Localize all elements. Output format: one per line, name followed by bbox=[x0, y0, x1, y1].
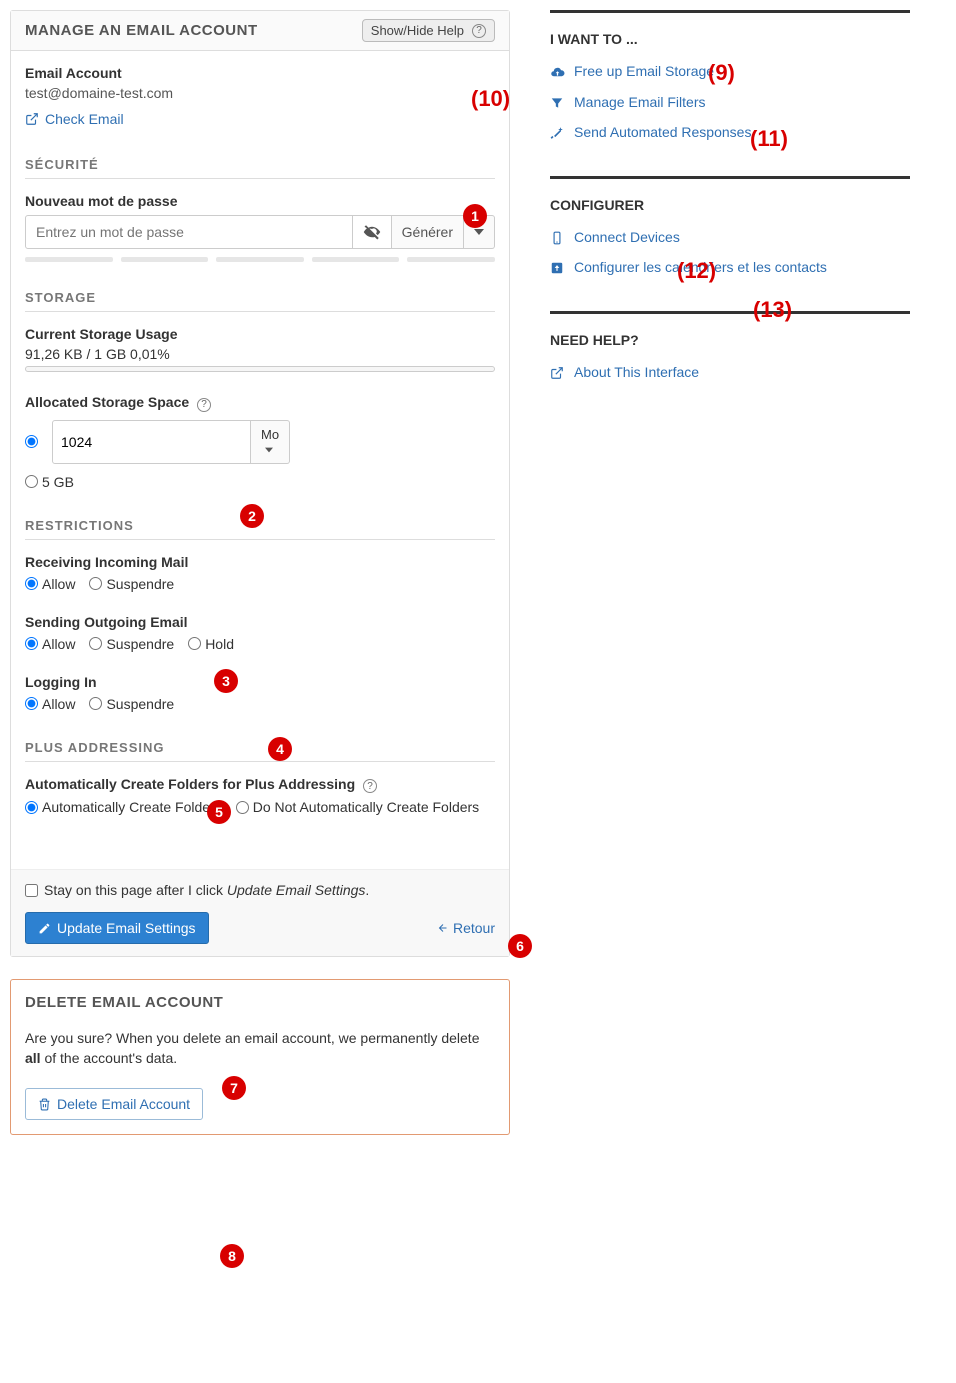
divider bbox=[25, 178, 495, 179]
annotation-marker-8: 8 bbox=[220, 1244, 244, 1268]
security-section-title: SÉCURITÉ bbox=[25, 157, 495, 172]
panel-footer: Stay on this page after I click Update E… bbox=[11, 869, 509, 956]
sending-label: Sending Outgoing Email bbox=[25, 614, 495, 630]
current-usage-value: 91,26 KB / 1 GB 0,01% bbox=[25, 346, 495, 362]
logging-suspend[interactable]: Suspendre bbox=[89, 696, 174, 712]
divider bbox=[550, 10, 910, 13]
check-email-label: Check Email bbox=[45, 111, 124, 127]
delete-title: DELETE EMAIL ACCOUNT bbox=[25, 994, 495, 1011]
filter-icon bbox=[550, 96, 566, 110]
divider bbox=[25, 539, 495, 540]
allocated-label: Allocated Storage Space bbox=[25, 394, 189, 410]
download-icon bbox=[550, 261, 566, 275]
manage-account-panel: MANAGE AN EMAIL ACCOUNT Show/Hide Help ?… bbox=[10, 10, 510, 957]
divider bbox=[25, 311, 495, 312]
trash-icon bbox=[38, 1098, 51, 1111]
external-link-icon bbox=[550, 366, 566, 380]
receiving-label: Receiving Incoming Mail bbox=[25, 554, 495, 570]
want-to-title: I WANT TO ... bbox=[550, 31, 910, 47]
allocated-size-input[interactable] bbox=[52, 420, 251, 464]
manage-filters-link[interactable]: Manage Email Filters bbox=[574, 94, 706, 110]
toggle-password-visibility-button[interactable] bbox=[353, 215, 392, 249]
restrictions-section-title: RESTRICTIONS bbox=[25, 518, 495, 533]
plus-no-auto-create[interactable]: Do Not Automatically Create Folders bbox=[236, 799, 479, 815]
email-account-label: Email Account bbox=[25, 65, 495, 81]
mobile-icon bbox=[550, 231, 566, 245]
panel-header: MANAGE AN EMAIL ACCOUNT Show/Hide Help ? bbox=[11, 11, 509, 51]
side-need-help: NEED HELP? About This Interface bbox=[550, 311, 910, 380]
receiving-suspend[interactable]: Suspendre bbox=[89, 576, 174, 592]
new-password-label: Nouveau mot de passe bbox=[25, 193, 495, 209]
plus-auto-create[interactable]: Automatically Create Folders bbox=[25, 799, 222, 815]
connect-devices-link[interactable]: Connect Devices bbox=[574, 229, 680, 245]
allocated-5gb-label: 5 GB bbox=[42, 474, 74, 490]
allocated-5gb-radio[interactable] bbox=[25, 475, 38, 488]
show-hide-help-button[interactable]: Show/Hide Help ? bbox=[362, 19, 495, 42]
delete-warning-text: Are you sure? When you delete an email a… bbox=[25, 1029, 495, 1068]
stay-on-page-checkbox[interactable] bbox=[25, 884, 38, 897]
allocated-custom-radio[interactable] bbox=[25, 435, 38, 448]
help-icon[interactable]: ? bbox=[197, 398, 211, 412]
about-interface-link[interactable]: About This Interface bbox=[574, 364, 699, 380]
sending-suspend[interactable]: Suspendre bbox=[89, 636, 174, 652]
divider bbox=[550, 176, 910, 179]
configure-calendars-link[interactable]: Configurer les calendriers et les contac… bbox=[574, 259, 827, 275]
caret-down-icon bbox=[474, 227, 484, 237]
arrow-left-icon bbox=[437, 922, 449, 934]
divider bbox=[550, 311, 910, 314]
page-title: MANAGE AN EMAIL ACCOUNT bbox=[25, 22, 258, 39]
free-up-storage-link[interactable]: Free up Email Storage bbox=[574, 63, 714, 79]
external-link-icon bbox=[25, 112, 39, 126]
cloud-upload-icon bbox=[550, 65, 566, 80]
caret-down-icon bbox=[265, 446, 273, 454]
need-help-title: NEED HELP? bbox=[550, 332, 910, 348]
unit-label: Mo bbox=[261, 427, 279, 442]
configure-title: CONFIGURER bbox=[550, 197, 910, 213]
password-input[interactable] bbox=[25, 215, 353, 249]
allocated-unit-dropdown[interactable]: Mo bbox=[251, 420, 290, 464]
current-usage-label: Current Storage Usage bbox=[25, 326, 495, 342]
stay-on-page-label: Stay on this page after I click Update E… bbox=[44, 882, 369, 898]
plus-label: Automatically Create Folders for Plus Ad… bbox=[25, 776, 355, 792]
show-hide-help-label: Show/Hide Help bbox=[371, 23, 464, 38]
help-icon: ? bbox=[472, 24, 486, 38]
divider bbox=[25, 761, 495, 762]
back-label: Retour bbox=[453, 920, 495, 936]
generate-password-button[interactable]: Générer bbox=[392, 215, 464, 249]
receiving-allow[interactable]: Allow bbox=[25, 576, 75, 592]
check-email-link[interactable]: Check Email bbox=[25, 111, 124, 127]
eye-off-icon bbox=[363, 223, 381, 241]
pencil-icon bbox=[38, 922, 51, 935]
delete-button-label: Delete Email Account bbox=[57, 1096, 190, 1112]
logging-allow[interactable]: Allow bbox=[25, 696, 75, 712]
sending-allow[interactable]: Allow bbox=[25, 636, 75, 652]
delete-account-panel: DELETE EMAIL ACCOUNT Are you sure? When … bbox=[10, 979, 510, 1135]
password-strength-meter bbox=[25, 257, 495, 262]
delete-email-account-button[interactable]: Delete Email Account bbox=[25, 1088, 203, 1120]
email-account-value: test@domaine-test.com bbox=[25, 85, 495, 101]
side-want-to: I WANT TO ... Free up Email Storage Mana… bbox=[550, 10, 910, 140]
side-configure: CONFIGURER Connect Devices Configurer le… bbox=[550, 176, 910, 275]
plus-section-title: PLUS ADDRESSING bbox=[25, 740, 495, 755]
logging-label: Logging In bbox=[25, 674, 495, 690]
help-icon[interactable]: ? bbox=[363, 779, 377, 793]
automated-responses-link[interactable]: Send Automated Responses bbox=[574, 124, 751, 140]
generate-dropdown-button[interactable] bbox=[464, 215, 495, 249]
allocated-5gb-option[interactable]: 5 GB bbox=[25, 474, 74, 490]
storage-section-title: STORAGE bbox=[25, 290, 495, 305]
sending-hold[interactable]: Hold bbox=[188, 636, 234, 652]
update-email-settings-button[interactable]: Update Email Settings bbox=[25, 912, 209, 944]
magic-wand-icon bbox=[550, 126, 566, 140]
update-button-label: Update Email Settings bbox=[57, 920, 196, 936]
storage-progress-bar bbox=[25, 366, 495, 372]
generate-label: Générer bbox=[402, 224, 453, 240]
back-link[interactable]: Retour bbox=[437, 920, 495, 936]
